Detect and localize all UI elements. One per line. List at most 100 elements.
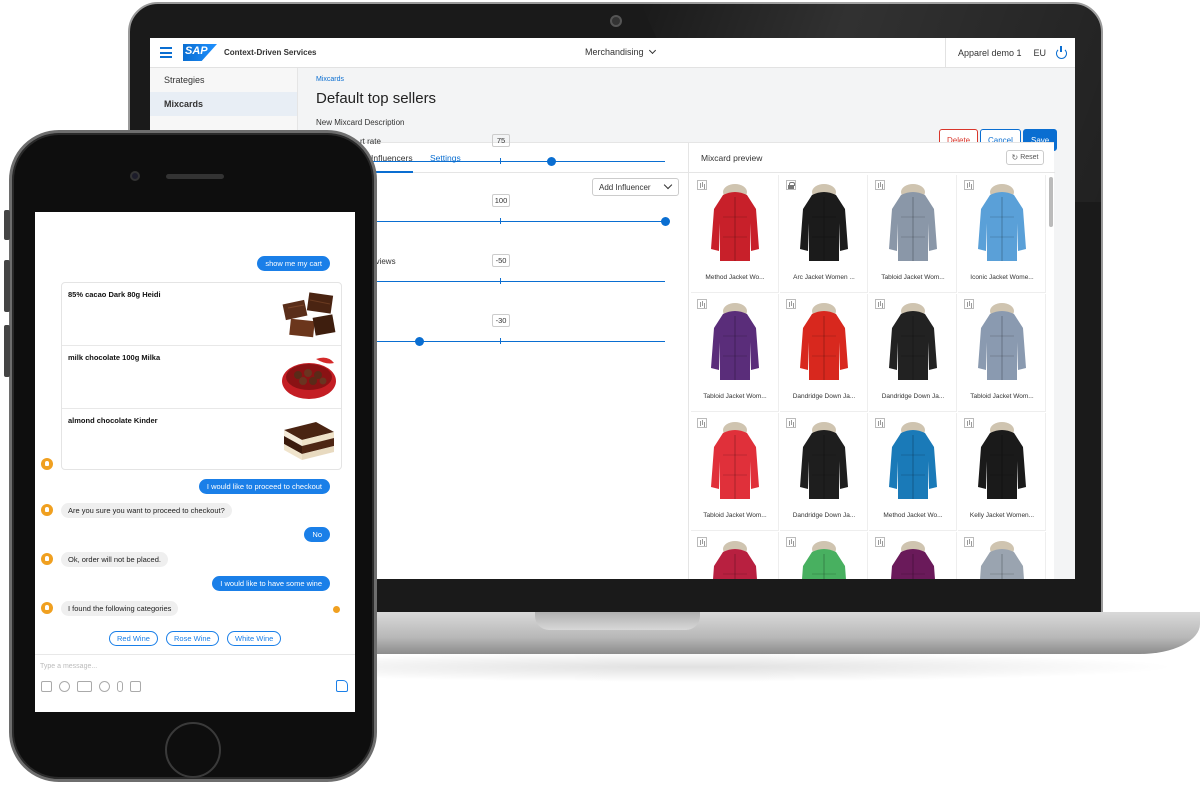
- chart-icon[interactable]: [786, 537, 796, 547]
- product-card[interactable]: Tabloid Jacket Wom...: [869, 175, 957, 293]
- product-card[interactable]: [869, 532, 957, 579]
- product-name: Dandridge Down Ja...: [792, 512, 856, 519]
- emoji-icon[interactable]: [99, 681, 110, 692]
- chip-rose-wine[interactable]: Rose Wine: [166, 631, 219, 646]
- chart-icon[interactable]: [875, 299, 885, 309]
- sticker-icon[interactable]: [59, 681, 70, 692]
- camera-icon[interactable]: [130, 681, 141, 692]
- chevron-down-icon: [649, 46, 657, 55]
- slider-handle[interactable]: [414, 337, 424, 346]
- product-card[interactable]: Arc Jacket Women ...: [780, 175, 868, 293]
- gif-icon[interactable]: [77, 681, 92, 692]
- jacket-image: [978, 422, 1026, 499]
- lock-icon[interactable]: [786, 180, 796, 190]
- chart-icon[interactable]: [875, 180, 885, 190]
- product-card[interactable]: Method Jacket Wo...: [869, 413, 957, 531]
- merchandising-label: Merchandising: [585, 47, 644, 57]
- product-card[interactable]: Method Jacket Wo...: [691, 175, 779, 293]
- cart-item[interactable]: almond chocolate Kinder: [62, 409, 341, 472]
- chart-icon[interactable]: [786, 418, 796, 428]
- product-card[interactable]: [958, 532, 1046, 579]
- message-input[interactable]: Type a message...: [40, 663, 97, 670]
- phone-screen: show me my cart 85% cacao Dark 80g Heidi…: [35, 212, 355, 712]
- merchandising-menu[interactable]: Merchandising: [585, 46, 657, 57]
- chart-icon[interactable]: [964, 180, 974, 190]
- hamburger-menu-icon[interactable]: [160, 47, 172, 58]
- slider-handle[interactable]: [546, 157, 556, 166]
- chart-icon[interactable]: [786, 299, 796, 309]
- preview-scrollbar[interactable]: [1049, 177, 1053, 227]
- product-name: Dandridge Down Ja...: [881, 393, 945, 400]
- user-name[interactable]: Apparel demo 1: [944, 38, 1034, 68]
- sidebar-item-mixcards[interactable]: Mixcards: [150, 92, 297, 116]
- product-name: Iconic Jacket Wome...: [970, 274, 1034, 281]
- user-message: No: [304, 527, 330, 542]
- jacket-image: [711, 303, 759, 380]
- product-card[interactable]: Tabloid Jacket Wom...: [958, 294, 1046, 412]
- power-icon[interactable]: [1056, 45, 1067, 59]
- cart-item[interactable]: 85% cacao Dark 80g Heidi: [62, 283, 341, 346]
- chart-icon[interactable]: [964, 537, 974, 547]
- product-card[interactable]: [691, 532, 779, 579]
- slider-center-tick: [500, 158, 501, 164]
- phone-mute-switch: [4, 210, 10, 240]
- jacket-image: [800, 184, 848, 261]
- jacket-image: [800, 303, 848, 380]
- user-message: show me my cart: [257, 256, 330, 271]
- bot-avatar-icon: [41, 504, 53, 516]
- cart-item[interactable]: milk chocolate 100g Milka: [62, 346, 341, 409]
- product-card[interactable]: Iconic Jacket Wome...: [958, 175, 1046, 293]
- product-name: Kelly Jacket Women...: [969, 512, 1035, 519]
- chart-icon[interactable]: [697, 180, 707, 190]
- jacket-image: [978, 184, 1026, 261]
- bot-avatar-icon: [41, 458, 53, 470]
- chart-icon[interactable]: [875, 418, 885, 428]
- laptop-camera: [610, 15, 622, 27]
- jacket-image: [800, 422, 848, 499]
- product-name: Tabloid Jacket Wom...: [703, 512, 767, 519]
- notification-dot-icon: [333, 606, 340, 613]
- breadcrumb[interactable]: Mixcards: [316, 76, 344, 83]
- influencer-value-input[interactable]: -50: [492, 254, 510, 267]
- slider-center-tick: [500, 218, 501, 224]
- chip-white-wine[interactable]: White Wine: [227, 631, 282, 646]
- chip-red-wine[interactable]: Red Wine: [109, 631, 158, 646]
- dark-chocolate-image: [282, 292, 336, 338]
- product-card[interactable]: [780, 532, 868, 579]
- home-button[interactable]: [165, 722, 221, 778]
- region-selector[interactable]: EU: [1033, 48, 1056, 58]
- influencer-value-input[interactable]: -30: [492, 314, 510, 327]
- slider-handle[interactable]: [660, 217, 670, 226]
- chart-icon[interactable]: [964, 418, 974, 428]
- product-name: Tabloid Jacket Wom...: [703, 393, 767, 400]
- sap-logo: SAP: [183, 44, 217, 61]
- slider-center-tick: [500, 338, 501, 344]
- bot-message: I found the following categories: [61, 601, 179, 616]
- chart-icon[interactable]: [964, 299, 974, 309]
- product-name: Method Jacket Wo...: [705, 274, 765, 281]
- user-message: I would like to proceed to checkout: [198, 479, 330, 494]
- chart-icon[interactable]: [697, 418, 707, 428]
- chart-icon[interactable]: [697, 299, 707, 309]
- reset-button[interactable]: ↻ Reset: [1006, 150, 1044, 165]
- product-card[interactable]: Dandridge Down Ja...: [780, 413, 868, 531]
- phone-volume-up: [4, 260, 10, 312]
- product-card[interactable]: Kelly Jacket Women...: [958, 413, 1046, 531]
- microphone-icon[interactable]: [117, 681, 123, 692]
- sidebar-item-strategies[interactable]: Strategies: [150, 68, 297, 92]
- thumbs-up-icon[interactable]: [336, 680, 348, 692]
- cart-item-name: milk chocolate 100g Milka: [68, 353, 161, 362]
- chart-icon[interactable]: [697, 537, 707, 547]
- chart-icon[interactable]: [875, 537, 885, 547]
- influencer-value-input[interactable]: 100: [492, 194, 510, 207]
- image-icon[interactable]: [41, 681, 52, 692]
- jacket-image: [711, 422, 759, 499]
- product-card[interactable]: Dandridge Down Ja...: [780, 294, 868, 412]
- product-card[interactable]: Tabloid Jacket Wom...: [691, 294, 779, 412]
- influencer-value-input[interactable]: 75: [492, 134, 510, 147]
- preview-header: Mixcard preview ↻ Reset: [689, 143, 1055, 173]
- jacket-image: [978, 303, 1026, 380]
- user-message: I would like to have some wine: [212, 576, 330, 591]
- product-card[interactable]: Dandridge Down Ja...: [869, 294, 957, 412]
- product-card[interactable]: Tabloid Jacket Wom...: [691, 413, 779, 531]
